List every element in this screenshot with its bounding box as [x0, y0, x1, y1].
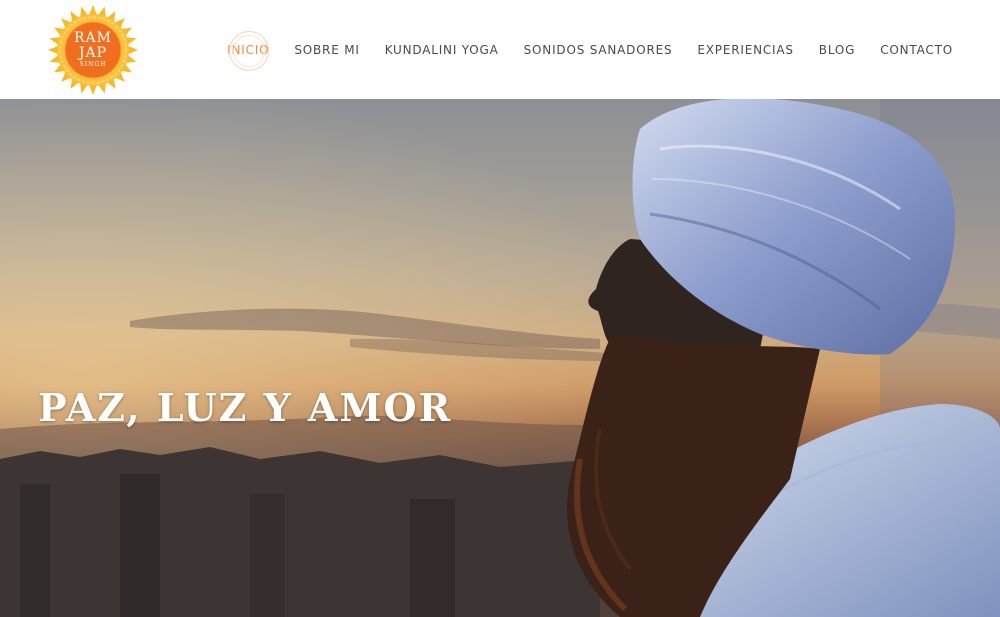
hero-banner: PAZ, LUZ Y AMOR — [0, 99, 1000, 617]
nav-inicio[interactable]: INICIO — [227, 30, 270, 71]
hero-title: PAZ, LUZ Y AMOR — [38, 385, 453, 430]
main-nav: INICIO SOBRE MI KUNDALINI YOGA SONIDOS S… — [227, 0, 953, 99]
site-header: RAM JAP SINGH INICIO SOBRE MI KUNDALINI … — [0, 0, 1000, 99]
nav-blog[interactable]: BLOG — [819, 43, 855, 57]
logo-text-ram: RAM — [74, 29, 112, 46]
nav-kundalini-yoga[interactable]: KUNDALINI YOGA — [385, 43, 499, 57]
nav-sonidos-sanadores[interactable]: SONIDOS SANADORES — [524, 43, 673, 57]
nav-experiencias[interactable]: EXPERIENCIAS — [697, 43, 793, 57]
site-logo[interactable]: RAM JAP SINGH — [47, 4, 139, 96]
nav-sobre-mi[interactable]: SOBRE MI — [294, 43, 359, 57]
man-in-turban-sunset-photo — [0, 99, 1000, 617]
nav-contacto[interactable]: CONTACTO — [880, 43, 953, 57]
logo-text-singh: SINGH — [79, 60, 107, 68]
logo-text-jap: JAP — [78, 44, 108, 61]
